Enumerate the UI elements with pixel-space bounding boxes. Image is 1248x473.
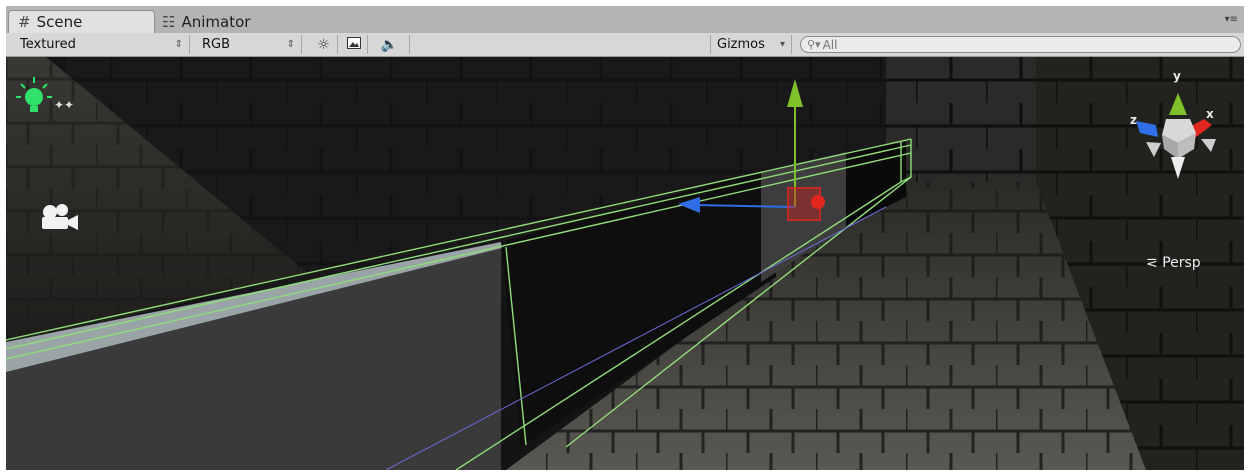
hierarchy-search[interactable]: ⚲▾: [800, 36, 1241, 53]
sun-icon: ☼: [317, 36, 330, 53]
scene-viewport[interactable]: ✦✦ y x z ⋜ Persp: [6, 57, 1244, 470]
search-icon: ⚲▾: [807, 38, 821, 51]
animator-icon: ☷: [162, 12, 176, 31]
dropdown-arrow-icon: ⇕: [174, 39, 183, 50]
scene-audio-toggle[interactable]: 🔈: [370, 35, 410, 54]
render-mode-dropdown[interactable]: RGB ⇕: [196, 35, 302, 54]
speaker-icon: 🔈: [380, 36, 399, 53]
dropdown-arrow-icon: ▾: [779, 39, 785, 50]
scene-toolbar: Textured ⇕ RGB ⇕ ☼ 🔈 Gizmos ▾ ⚲▾: [6, 33, 1244, 57]
svg-text:✦✦: ✦✦: [54, 98, 74, 112]
z-axis-label: z: [1130, 113, 1137, 127]
y-axis-label: y: [1173, 69, 1181, 83]
gizmos-dropdown[interactable]: Gizmos ▾: [710, 35, 792, 54]
tab-menu-icon[interactable]: ▾≡: [1225, 14, 1238, 25]
persp-arrow-icon: ⋜: [1146, 255, 1158, 271]
tab-scene-label: Scene: [36, 13, 83, 31]
projection-label: Persp: [1162, 255, 1201, 271]
x-axis-handle: [811, 195, 825, 209]
tab-animator-label: Animator: [181, 12, 251, 31]
scene-lighting-toggle[interactable]: ☼: [310, 35, 338, 54]
scene-render: ✦✦: [6, 57, 1244, 470]
shading-mode-value: Textured: [20, 37, 76, 52]
projection-toggle[interactable]: ⋜ Persp: [1146, 255, 1201, 271]
tab-animator[interactable]: ☷ Animator: [158, 10, 318, 33]
search-input[interactable]: [822, 37, 1203, 52]
shading-mode-dropdown[interactable]: Textured ⇕: [14, 35, 190, 54]
render-mode-value: RGB: [202, 37, 231, 52]
tab-bar: # Scene ☷ Animator ▾≡: [6, 6, 1244, 33]
dropdown-arrow-icon: ⇕: [286, 39, 295, 50]
tab-scene[interactable]: # Scene: [8, 10, 155, 33]
x-axis-label: x: [1206, 107, 1214, 121]
grid-icon: #: [18, 13, 31, 31]
image-icon: [346, 36, 361, 53]
scene-effects-toggle[interactable]: [340, 35, 368, 54]
gizmos-label: Gizmos: [717, 37, 765, 52]
scene-window: # Scene ☷ Animator ▾≡ Textured ⇕ RGB ⇕ ☼…: [0, 0, 1248, 473]
